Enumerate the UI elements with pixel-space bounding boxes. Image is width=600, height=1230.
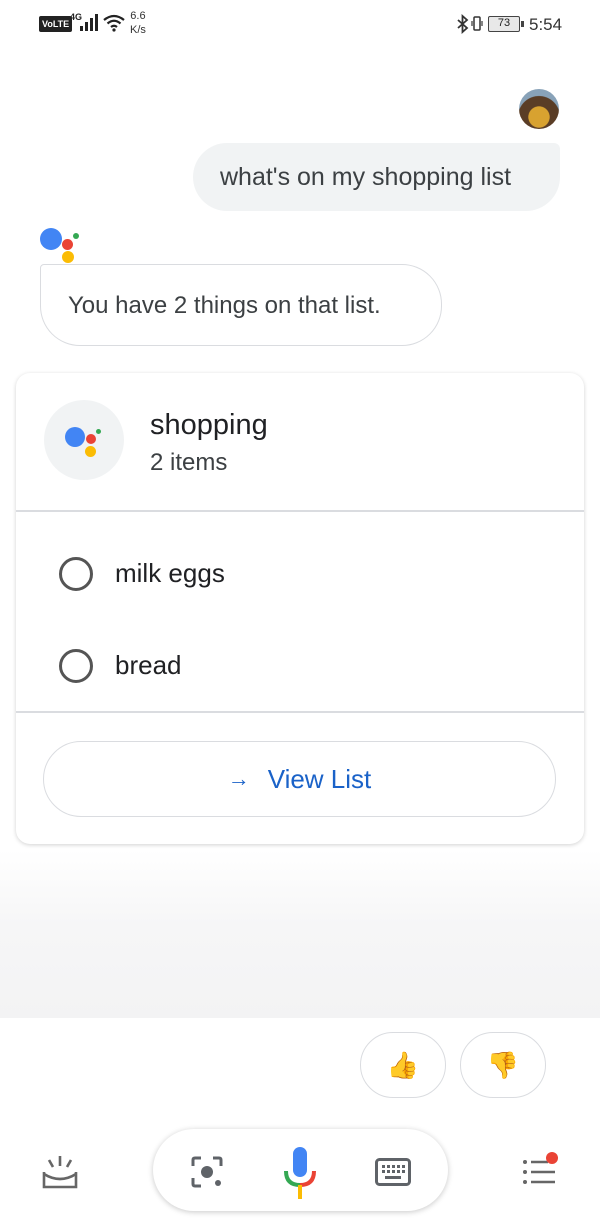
notification-dot bbox=[546, 1152, 558, 1164]
list-item-label: bread bbox=[115, 650, 182, 680]
bluetooth-icon bbox=[457, 14, 469, 34]
assistant-logo-icon bbox=[65, 424, 105, 460]
checkbox-circle-icon[interactable] bbox=[59, 557, 93, 591]
user-query-bubble[interactable]: what's on my shopping list bbox=[193, 143, 560, 211]
list-title: shopping bbox=[150, 409, 268, 441]
view-list-button[interactable]: → View List bbox=[43, 741, 556, 817]
keyboard-icon[interactable] bbox=[375, 1158, 411, 1186]
thumbs-down-button[interactable]: 👎 bbox=[460, 1032, 546, 1098]
list-icon-container bbox=[44, 400, 124, 480]
speed-unit: K/s bbox=[130, 24, 146, 36]
status-bar: VoLTE 4G 6.6 K/s 73 5:54 bbox=[0, 0, 600, 48]
battery-tip bbox=[521, 21, 524, 27]
battery-level: 73 bbox=[488, 16, 520, 32]
clock: 5:54 bbox=[529, 15, 563, 34]
assistant-reply-bubble: You have 2 things on that list. bbox=[40, 264, 442, 346]
list-item-count: 2 items bbox=[150, 449, 228, 476]
list-item-label: milk eggs bbox=[115, 558, 225, 588]
card-divider bbox=[16, 510, 584, 512]
lens-icon[interactable] bbox=[190, 1155, 224, 1189]
speed-value: 6.6 bbox=[130, 10, 146, 22]
arrow-right-icon: → bbox=[227, 766, 250, 791]
signal-icon bbox=[80, 14, 98, 31]
view-list-label: View List bbox=[267, 763, 372, 794]
thumbs-down-icon: 👎 bbox=[486, 1049, 520, 1080]
shopping-list-card[interactable]: shopping 2 items milk eggs bread → View … bbox=[16, 373, 584, 844]
user-avatar[interactable] bbox=[519, 89, 559, 129]
checkbox-circle-icon[interactable] bbox=[59, 649, 93, 683]
card-divider bbox=[16, 711, 584, 713]
updates-icon[interactable] bbox=[40, 1154, 80, 1190]
vibrate-icon bbox=[471, 16, 483, 31]
mic-icon[interactable] bbox=[282, 1145, 318, 1201]
thumbs-up-icon: 👍 bbox=[386, 1049, 420, 1080]
explore-icon[interactable] bbox=[520, 1150, 560, 1190]
network-speed: 6.6 K/s bbox=[130, 9, 146, 37]
assistant-logo-icon bbox=[40, 228, 80, 264]
volte-badge: VoLTE bbox=[39, 16, 73, 32]
wifi-icon bbox=[103, 14, 125, 32]
bottom-fade bbox=[0, 850, 600, 1018]
thumbs-up-button[interactable]: 👍 bbox=[360, 1032, 446, 1098]
